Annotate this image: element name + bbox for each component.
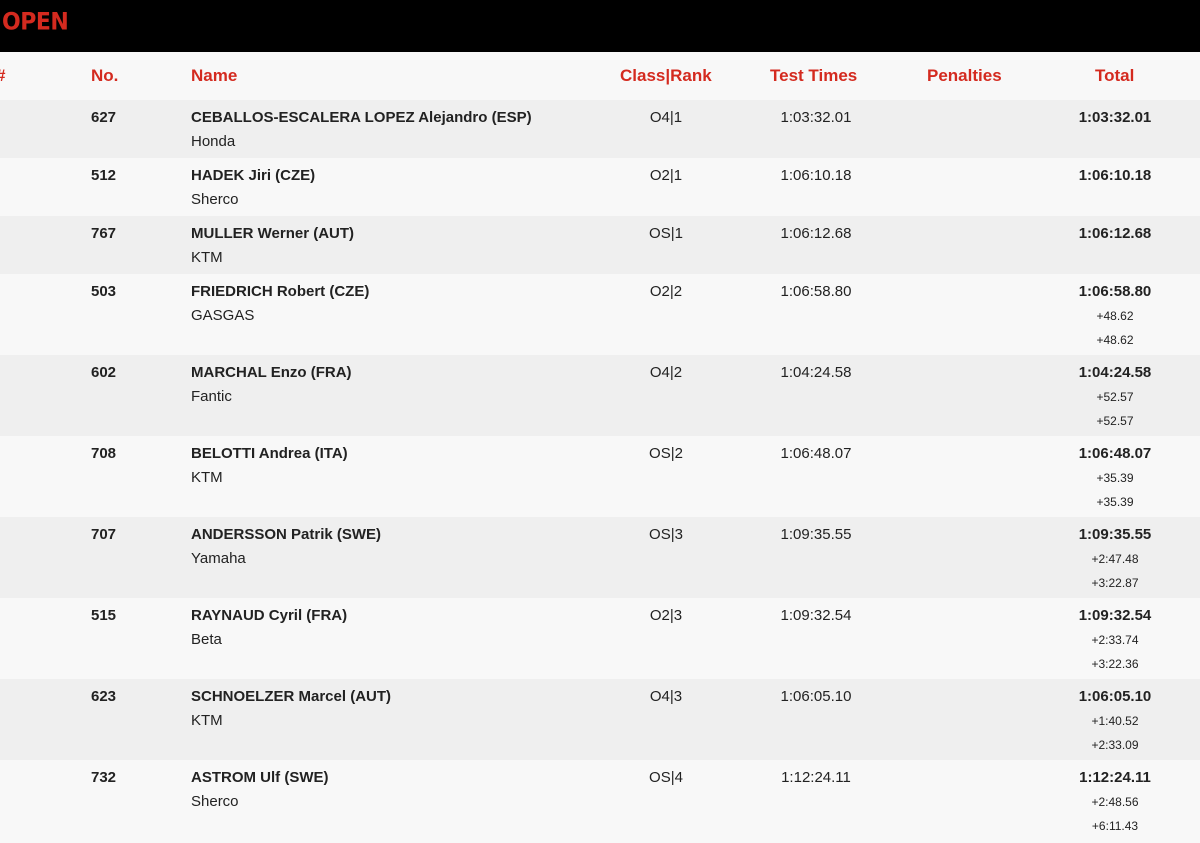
class-rank: O2|2 [649, 283, 683, 300]
class-rank: O2|1 [649, 167, 683, 184]
category-title-bar: OPEN [0, 0, 1200, 52]
rider-brand: KTM [191, 712, 223, 729]
test-time: 1:06:10.18 [780, 167, 852, 184]
test-time: 1:06:48.07 [780, 445, 852, 462]
rider-brand: Beta [191, 631, 222, 648]
class-rank: OS|3 [649, 526, 683, 543]
test-time: 1:03:32.01 [780, 109, 852, 126]
rider-name: RAYNAUD Cyril (FRA) [191, 607, 348, 624]
gap-to-leader: +6:11.43 [1091, 819, 1139, 833]
table-row[interactable]: 708 BELOTTI Andrea (ITA) KTM OS|2 1:06:48.07… [0, 436, 1200, 517]
test-time: 1:04:24.58 [780, 364, 852, 381]
table-row[interactable]: 602 MARCHAL Enzo (FRA) Fantic O4|2 1:04:24.5… [0, 355, 1200, 436]
header-test-times[interactable]: Test Times [770, 66, 857, 86]
total-time: 1:04:24.58 [1078, 364, 1152, 381]
test-time: 1:09:32.54 [780, 607, 852, 624]
rider-number: 732 [91, 769, 117, 786]
class-rank: OS|1 [649, 225, 683, 242]
total-time: 1:06:12.68 [1078, 225, 1152, 242]
rider-number: 503 [91, 283, 117, 300]
table-row[interactable]: 732 ASTROM Ulf (SWE) Sherco OS|4 1:12:24.11 1… [0, 760, 1200, 841]
rider-name: SCHNOELZER Marcel (AUT) [191, 688, 392, 705]
class-rank: O4|2 [649, 364, 683, 381]
rider-brand: KTM [191, 469, 223, 486]
class-rank: O2|3 [649, 607, 683, 624]
test-time: 1:09:35.55 [780, 526, 852, 543]
table-row[interactable]: 627 CEBALLOS-ESCALERA LOPEZ Alejandro (ES… [0, 100, 1200, 158]
rider-brand: Honda [191, 133, 236, 150]
gap-to-previous: +35.39 [1096, 471, 1134, 485]
rider-name: MARCHAL Enzo (FRA) [191, 364, 352, 381]
total-time: 1:03:32.01 [1078, 109, 1152, 126]
table-row[interactable]: 623 SCHNOELZER Marcel (AUT) KTM O4|3 1:06:05… [0, 679, 1200, 760]
rider-number: 602 [91, 364, 117, 381]
table-row[interactable]: 515 RAYNAUD Cyril (FRA) Beta O2|3 1:09:32.54… [0, 598, 1200, 679]
gap-to-leader: +52.57 [1096, 414, 1134, 428]
results-table-body: 627 CEBALLOS-ESCALERA LOPEZ Alejandro (ES… [0, 100, 1200, 841]
gap-to-leader: +2:33.09 [1091, 738, 1139, 752]
header-class-rank[interactable]: Class|Rank [620, 66, 712, 86]
total-time: 1:06:05.10 [1078, 688, 1152, 705]
rider-number: 707 [91, 526, 117, 543]
rider-name: MULLER Werner (AUT) [191, 225, 355, 242]
gap-to-previous: +1:40.52 [1091, 714, 1139, 728]
rider-name: FRIEDRICH Robert (CZE) [191, 283, 370, 300]
test-time: 1:12:24.11 [781, 769, 851, 786]
test-time: 1:06:05.10 [780, 688, 852, 705]
class-rank: O4|1 [649, 109, 683, 126]
rider-name: ANDERSSON Patrik (SWE) [191, 526, 382, 543]
rider-name: HADEK Jiri (CZE) [191, 167, 316, 184]
rider-number: 623 [91, 688, 117, 705]
rider-number: 767 [91, 225, 117, 242]
gap-to-previous: +2:48.56 [1091, 795, 1139, 809]
rider-name: BELOTTI Andrea (ITA) [191, 445, 348, 462]
rider-number: 708 [91, 445, 117, 462]
rider-brand: Sherco [191, 191, 239, 208]
header-penalties[interactable]: Penalties [927, 66, 1002, 86]
rider-number: 627 [91, 109, 117, 126]
rider-brand: Yamaha [191, 550, 246, 567]
header-name[interactable]: Name [191, 66, 237, 86]
rider-name: CEBALLOS-ESCALERA LOPEZ Alejandro (ESP) [191, 109, 532, 126]
rider-number: 515 [91, 607, 117, 624]
gap-to-leader: +3:22.87 [1091, 576, 1139, 590]
rider-name: ASTROM Ulf (SWE) [191, 769, 329, 786]
class-rank: OS|2 [649, 445, 683, 462]
total-time: 1:12:24.11 [1079, 769, 1151, 786]
class-rank: O4|3 [649, 688, 683, 705]
total-time: 1:06:10.18 [1078, 167, 1152, 184]
category-title: OPEN [2, 8, 69, 37]
gap-to-previous: +48.62 [1096, 309, 1134, 323]
gap-to-leader: +3:22.36 [1091, 657, 1139, 671]
total-time: 1:09:35.55 [1078, 526, 1152, 543]
header-position-hash: # [0, 66, 5, 86]
rider-brand: GASGAS [191, 307, 255, 324]
rider-brand: KTM [191, 249, 223, 266]
rider-brand: Sherco [191, 793, 239, 810]
rider-brand: Fantic [191, 388, 232, 405]
total-time: 1:06:58.80 [1078, 283, 1152, 300]
rider-number: 512 [91, 167, 117, 184]
table-row[interactable]: 512 HADEK Jiri (CZE) Sherco O2|1 1:06:10.18 1… [0, 158, 1200, 216]
test-time: 1:06:12.68 [780, 225, 852, 242]
table-row[interactable]: 503 FRIEDRICH Robert (CZE) GASGAS O2|2 1:06:… [0, 274, 1200, 355]
gap-to-leader: +35.39 [1096, 495, 1134, 509]
gap-to-previous: +2:33.74 [1091, 633, 1139, 647]
header-total[interactable]: Total [1095, 66, 1134, 86]
class-rank: OS|4 [649, 769, 683, 786]
header-number[interactable]: No. [91, 66, 118, 86]
gap-to-previous: +52.57 [1096, 390, 1134, 404]
test-time: 1:06:58.80 [780, 283, 852, 300]
table-row[interactable]: 767 MULLER Werner (AUT) KTM OS|1 1:06:12.68 1… [0, 216, 1200, 274]
table-row[interactable]: 707 ANDERSSON Patrik (SWE) Yamaha OS|3 1:09:… [0, 517, 1200, 598]
total-time: 1:06:48.07 [1078, 445, 1152, 462]
total-time: 1:09:32.54 [1078, 607, 1152, 624]
results-table-header: # No. Name Class|Rank Test Times Penalti… [0, 52, 1200, 100]
gap-to-leader: +48.62 [1096, 333, 1134, 347]
gap-to-previous: +2:47.48 [1091, 552, 1139, 566]
